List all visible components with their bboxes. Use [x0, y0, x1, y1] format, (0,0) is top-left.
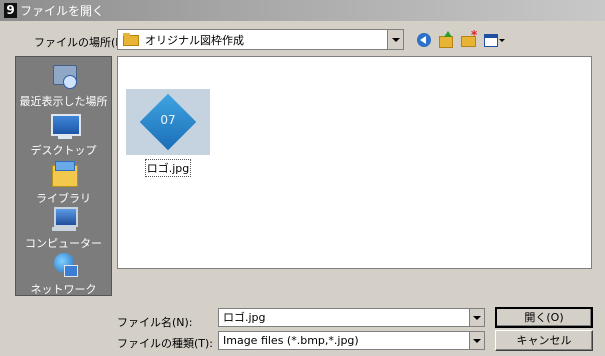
place-desktop[interactable]: デスクトップ [16, 112, 111, 158]
place-label: ネットワーク [30, 283, 97, 296]
place-library[interactable]: ライブラリ [16, 160, 111, 206]
places-bar: 最近表示した場所 デスクトップ ライブラリ コンピューター ネットワーク [15, 56, 112, 296]
file-type-select[interactable]: Image files (*.bmp,*.jpg) [218, 331, 485, 350]
chevron-down-icon[interactable] [469, 309, 484, 326]
file-type-value: Image files (*.bmp,*.jpg) [223, 334, 359, 347]
file-type-label: ファイルの種類(T): [117, 337, 214, 350]
file-list[interactable]: 07 ロゴ.jpg [117, 56, 592, 269]
app-icon: 9 [4, 3, 17, 18]
new-folder-icon[interactable] [458, 28, 478, 49]
file-name-label: ファイル名(N): [117, 316, 193, 329]
cancel-button[interactable]: キャンセル [495, 330, 593, 351]
place-label: ライブラリ [36, 192, 91, 205]
title-bar[interactable]: 9 ファイルを開く [0, 0, 605, 21]
open-button[interactable]: 開く(O) [495, 307, 593, 328]
chevron-down-icon[interactable] [469, 332, 484, 349]
image-thumbnail: 07 [126, 89, 210, 155]
recent-places-icon [49, 63, 79, 91]
up-folder-icon[interactable] [436, 31, 456, 49]
computer-icon [49, 205, 79, 233]
look-in-value: オリジナル図枠作成 [145, 33, 244, 47]
look-in-dropdown[interactable]: オリジナル図枠作成 [117, 29, 404, 50]
folder-icon [123, 33, 139, 46]
back-icon[interactable] [414, 31, 434, 49]
thumbnail-text: 07 [160, 113, 176, 127]
place-label: デスクトップ [30, 144, 97, 157]
look-in-label: ファイルの場所(I): [34, 36, 127, 49]
file-name-input[interactable]: ロゴ.jpg [218, 308, 485, 327]
desktop-icon [49, 112, 81, 140]
file-name-label: ロゴ.jpg [144, 159, 192, 177]
network-icon [49, 251, 79, 279]
place-network[interactable]: ネットワーク [16, 251, 111, 297]
place-label: 最近表示した場所 [19, 95, 108, 108]
chevron-down-icon[interactable] [387, 30, 403, 49]
view-menu-icon[interactable] [482, 31, 505, 49]
place-recent[interactable]: 最近表示した場所 [16, 63, 111, 109]
file-name-value: ロゴ.jpg [223, 311, 266, 324]
open-file-dialog: 9 ファイルを開く ファイルの場所(I): オリジナル図枠作成 最近表示した場所… [0, 0, 605, 356]
file-item[interactable]: 07 ロゴ.jpg [125, 89, 211, 177]
library-icon [49, 160, 79, 188]
window-title: ファイルを開く [20, 4, 105, 18]
place-label: コンピューター [25, 237, 102, 250]
place-computer[interactable]: コンピューター [16, 205, 111, 251]
